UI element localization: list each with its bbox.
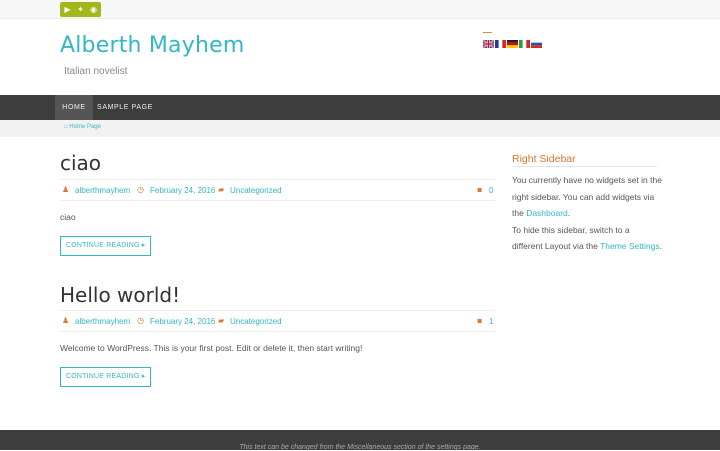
post-meta: ♟ alberthmayhem ◷ February 24, 2016 ▰ Un…: [60, 310, 495, 332]
theme-settings-link[interactable]: Theme Settings: [600, 241, 660, 251]
sidebar-widget-text: You currently have no widgets set in the…: [512, 172, 662, 255]
post-title[interactable]: ciao: [60, 151, 101, 175]
nav-item-sample-page[interactable]: SAMPLE PAGE: [96, 95, 154, 120]
youtube-icon[interactable]: ▶: [62, 4, 73, 15]
twitter-icon[interactable]: ✦: [75, 4, 86, 15]
post-title[interactable]: Hello world!: [60, 283, 180, 307]
continue-reading-button[interactable]: CONTINUE READING ▸: [60, 236, 152, 256]
site-header: Alberth Mayhem Italian novelist: [0, 19, 720, 95]
post-comments-link[interactable]: 0: [489, 186, 493, 195]
author-icon: ♟: [62, 185, 70, 194]
comment-icon: ▪: [477, 316, 483, 325]
comment-icon: ▪: [477, 185, 483, 194]
sidebar-text-2: .: [567, 208, 571, 218]
continue-reading-button[interactable]: CONTINUE READING ▸: [60, 367, 152, 387]
flag-en-icon[interactable]: [483, 40, 494, 48]
post-excerpt: ciao: [60, 212, 76, 222]
dashboard-link[interactable]: Dashboard: [526, 208, 568, 218]
site-title[interactable]: Alberth Mayhem: [60, 33, 244, 58]
folder-icon: ▰: [218, 185, 225, 194]
post-author-link[interactable]: alberthmayhem: [75, 186, 130, 195]
language-flags: [483, 40, 542, 48]
flag-de-icon[interactable]: [507, 40, 518, 48]
post-comments-link[interactable]: 1: [489, 317, 493, 326]
main-nav: HOME SAMPLE PAGE: [0, 95, 720, 120]
flag-it-icon[interactable]: [519, 40, 530, 48]
nav-item-home[interactable]: HOME: [55, 95, 93, 120]
breadcrumb: ⌂ Home Page: [0, 120, 720, 137]
top-bar: ▶ ✦ ◉: [0, 0, 720, 19]
breadcrumb-home-label: Home Page: [69, 124, 101, 130]
sidebar-divider: [512, 166, 657, 167]
post-meta: ♟ alberthmayhem ◷ February 24, 2016 ▰ Un…: [60, 179, 495, 201]
clock-icon: ◷: [137, 316, 144, 325]
post-excerpt: Welcome to WordPress. This is your first…: [60, 343, 363, 353]
breadcrumb-home[interactable]: ⌂ Home Page: [64, 124, 101, 130]
flag-ru-icon[interactable]: [531, 40, 542, 48]
social-icons: ▶ ✦ ◉: [60, 2, 101, 17]
post-date-link[interactable]: February 24, 2016: [150, 317, 215, 326]
sidebar-text-4: .: [659, 241, 662, 251]
flag-fr-icon[interactable]: [495, 40, 506, 48]
folder-icon: ▰: [218, 316, 225, 325]
post-date-link[interactable]: February 24, 2016: [150, 186, 215, 195]
clock-icon: ◷: [137, 185, 144, 194]
rss-icon[interactable]: ◉: [88, 4, 99, 15]
site-tagline: Italian novelist: [64, 66, 128, 77]
post-author-link[interactable]: alberthmayhem: [75, 317, 130, 326]
sidebar-title: Right Sidebar: [512, 153, 576, 165]
post-category-link[interactable]: Uncategorized: [230, 186, 282, 195]
author-icon: ♟: [62, 316, 70, 325]
site-footer: This text can be changed from the Miscel…: [0, 430, 720, 451]
language-indicator: [483, 32, 492, 33]
post-category-link[interactable]: Uncategorized: [230, 317, 282, 326]
